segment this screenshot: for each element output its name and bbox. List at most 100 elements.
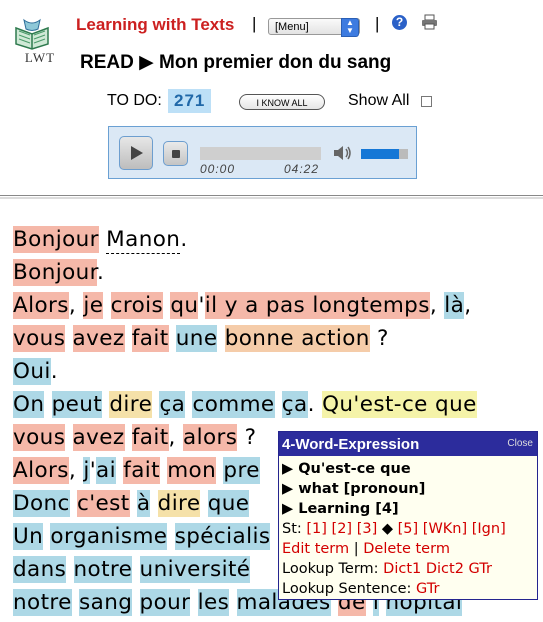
word-token[interactable]: il y a pas longtemps: [204, 292, 430, 319]
printer-icon[interactable]: [421, 14, 438, 30]
status-links-link[interactable]: [1]: [306, 521, 327, 537]
word-token[interactable]: je: [83, 292, 104, 319]
word-token[interactable]: les: [197, 589, 230, 616]
word-token[interactable]: Qu'est-ce que: [322, 391, 477, 418]
punctuation: ,: [68, 293, 84, 318]
i-know-all-button[interactable]: I KNOW ALL: [239, 94, 325, 110]
word-token[interactable]: Donc: [13, 490, 70, 517]
word-token[interactable]: c'est: [77, 490, 130, 517]
help-question-icon[interactable]: ?: [392, 15, 407, 30]
word-token[interactable]: qu: [170, 292, 199, 319]
audio-player: 00:00 04:22: [108, 126, 417, 179]
word-token[interactable]: Un: [13, 523, 44, 550]
word-token[interactable]: Manon: [106, 226, 181, 254]
punctuation: ?: [237, 425, 257, 450]
lookup-sentence-links: GTr: [416, 581, 439, 597]
time-total: 04:22: [284, 162, 320, 176]
seek-bar[interactable]: [200, 147, 321, 160]
popup-close-button[interactable]: Close: [507, 438, 533, 449]
play-button[interactable]: [119, 136, 153, 170]
word-token[interactable]: Alors: [13, 457, 69, 484]
status-links-link[interactable]: [2]: [332, 521, 353, 537]
word-token[interactable]: dans: [13, 556, 67, 583]
word-token[interactable]: mon: [167, 457, 217, 484]
word-token[interactable]: vous: [13, 325, 66, 352]
word-token[interactable]: ça: [281, 391, 308, 418]
punctuation: [132, 590, 139, 615]
app-title-link[interactable]: Learning with Texts: [76, 15, 234, 35]
lookup-term-links-link[interactable]: GTr: [469, 561, 492, 577]
word-token[interactable]: bonne action: [224, 325, 370, 352]
frame-border: [0, 195, 543, 196]
word-token[interactable]: On: [13, 391, 45, 418]
word-token[interactable]: organisme: [50, 523, 168, 550]
status-links-link[interactable]: [Ign]: [472, 521, 506, 537]
word-token[interactable]: dire: [157, 490, 201, 517]
lwt-logo[interactable]: LWT: [12, 16, 62, 66]
word-token[interactable]: comme: [192, 391, 275, 418]
word-token[interactable]: Bonjour: [13, 259, 97, 286]
word-token[interactable]: Oui: [13, 358, 51, 385]
frame-resizer[interactable]: [0, 197, 543, 199]
link-separator: |: [353, 541, 359, 557]
word-token[interactable]: notre: [13, 589, 72, 616]
edit-term-link[interactable]: Edit term: [282, 541, 349, 557]
lookup-term-links-link[interactable]: Dict1: [383, 561, 421, 577]
punctuation: [229, 590, 236, 615]
status-links-link[interactable]: [3]: [357, 521, 378, 537]
word-token[interactable]: notre: [73, 556, 133, 583]
word-token[interactable]: dire: [109, 391, 153, 418]
speaker-volume-icon[interactable]: [333, 145, 353, 161]
punctuation: .: [307, 392, 323, 417]
word-token[interactable]: spécialis: [174, 523, 271, 550]
lookup-sentence-links-link[interactable]: GTr: [416, 581, 439, 597]
status-links: [1] [2] [3] ◆ [5] [WKn] [Ign]: [306, 521, 505, 537]
show-all-label: Show All: [348, 92, 410, 109]
word-token[interactable]: Bonjour: [13, 226, 99, 253]
word-token[interactable]: avez: [72, 424, 125, 451]
menu-select[interactable]: [Menu] ▲ ▼: [268, 18, 360, 37]
punctuation: [65, 326, 72, 351]
word-token[interactable]: ça: [159, 391, 186, 418]
text-line: Alors, je crois qu'il y a pas longtemps,…: [13, 289, 541, 322]
word-token[interactable]: pre: [223, 457, 260, 484]
popup-titlebar[interactable]: 4-Word-Expression Close: [279, 432, 537, 456]
word-token[interactable]: une: [175, 325, 218, 352]
stop-icon: [172, 150, 180, 158]
word-token[interactable]: que: [207, 490, 250, 517]
word-token[interactable]: Alors: [13, 292, 69, 319]
lookup-term-row: Lookup Term: Dict1 Dict2 GTr: [282, 559, 536, 579]
word-token[interactable]: à: [136, 490, 151, 517]
word-token[interactable]: alors: [183, 424, 238, 451]
punctuation: [169, 326, 176, 351]
popup-status: ▶ Learning [4]: [282, 501, 399, 517]
word-token[interactable]: fait: [131, 424, 169, 451]
punctuation: [72, 590, 79, 615]
word-token[interactable]: sang: [79, 589, 133, 616]
word-token[interactable]: crois: [110, 292, 164, 319]
punctuation: .: [180, 227, 188, 252]
word-token[interactable]: université: [139, 556, 251, 583]
word-token[interactable]: ai: [96, 457, 116, 484]
lookup-term-label: Lookup Term:: [282, 561, 379, 577]
word-token[interactable]: pour: [139, 589, 191, 616]
punctuation: [70, 491, 77, 516]
punctuation: .: [50, 359, 58, 384]
show-all-checkbox[interactable]: [421, 96, 432, 107]
lookup-term-links-link[interactable]: Dict2: [426, 561, 464, 577]
punctuation: [132, 557, 139, 582]
status-links-link[interactable]: [WKn]: [423, 521, 467, 537]
word-token[interactable]: avez: [72, 325, 125, 352]
punctuation: [217, 326, 224, 351]
word-token[interactable]: vous: [13, 424, 66, 451]
menu-select-value: [Menu]: [275, 21, 309, 33]
word-token[interactable]: là: [444, 292, 465, 319]
word-token[interactable]: fait: [123, 457, 160, 484]
text-line: Bonjour.: [13, 256, 541, 289]
status-links-link[interactable]: [5]: [398, 521, 419, 537]
stop-button[interactable]: [163, 141, 188, 166]
word-token[interactable]: peut: [51, 391, 103, 418]
word-token[interactable]: fait: [131, 325, 169, 352]
volume-slider[interactable]: [361, 149, 408, 159]
delete-term-link[interactable]: Delete term: [363, 541, 450, 557]
